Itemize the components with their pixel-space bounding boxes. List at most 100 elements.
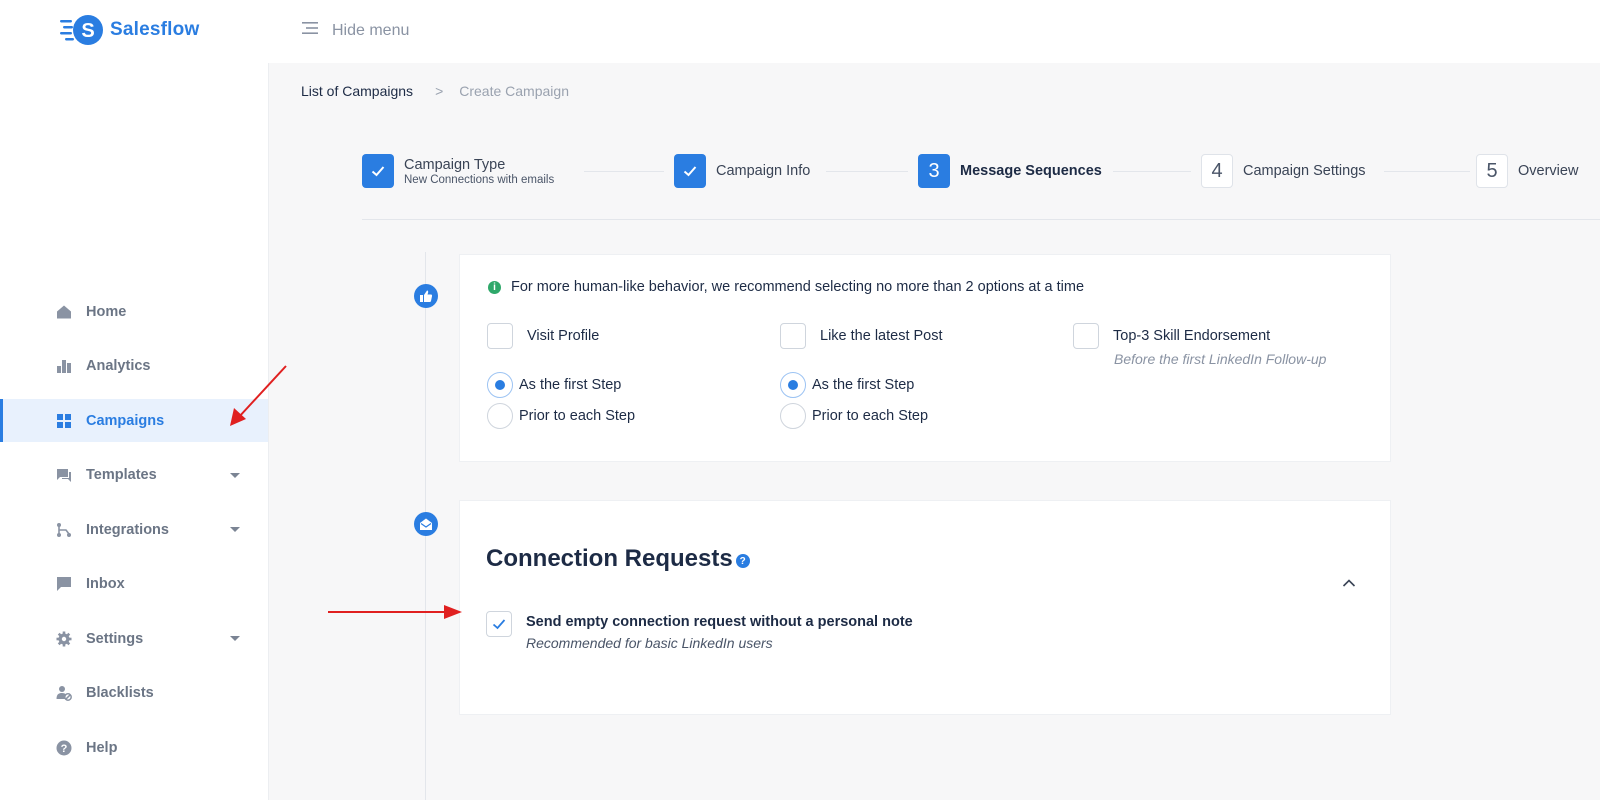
menu-icon — [302, 20, 318, 41]
radio-selected[interactable] — [487, 372, 513, 398]
visit-profile-first-step-radio[interactable]: As the first Step — [487, 372, 621, 398]
app-name: Salesflow — [110, 19, 200, 40]
hide-menu-label: Hide menu — [332, 21, 410, 39]
sidebar-item-help[interactable]: ? Help — [0, 726, 268, 769]
visit-profile-checkbox[interactable]: Visit Profile — [487, 323, 599, 349]
sidebar-item-blacklists[interactable]: Blacklists — [0, 672, 268, 715]
breadcrumb: List of Campaigns > Create Campaign — [301, 83, 569, 99]
breadcrumb-list-of-campaigns[interactable]: List of Campaigns — [301, 83, 413, 99]
step-box: 4 — [1201, 154, 1233, 188]
sidebar-item-label: Campaigns — [86, 412, 165, 429]
like-post-prior-step-radio[interactable]: Prior to each Step — [780, 403, 928, 429]
step-title: Overview — [1518, 163, 1579, 179]
connection-requests-title: Connection Requests ? — [486, 545, 750, 573]
radio[interactable] — [487, 403, 513, 429]
visit-profile-prior-step-radio[interactable]: Prior to each Step — [487, 403, 635, 429]
chevron-up-icon — [1342, 579, 1356, 587]
skill-endorsement-checkbox[interactable]: Top-3 Skill Endorsement — [1073, 323, 1270, 349]
annotation-arrow-icon — [230, 365, 287, 426]
chat-icon — [56, 467, 72, 483]
step-box — [674, 154, 706, 188]
sidebar-item-label: Help — [86, 739, 118, 756]
sidebar-item-label: Home — [86, 303, 127, 320]
step-campaign-type[interactable]: Campaign Type New Connections with email… — [362, 154, 554, 188]
sidebar-item-label: Integrations — [86, 521, 169, 538]
collapse-button[interactable] — [1342, 575, 1356, 593]
step-title: Campaign Info — [716, 163, 811, 179]
step-connector — [826, 171, 908, 172]
radio-label: Prior to each Step — [519, 408, 636, 424]
help-icon[interactable]: ? — [735, 554, 750, 568]
chevron-down-icon — [230, 527, 240, 532]
step-connector — [584, 171, 664, 172]
step-number: 3 — [928, 159, 940, 182]
radio-selected[interactable] — [780, 372, 806, 398]
step-campaign-info[interactable]: Campaign Info — [674, 154, 810, 188]
info-icon: i — [488, 280, 501, 294]
option-label: Visit Profile — [527, 328, 600, 344]
checkbox[interactable] — [1073, 323, 1099, 349]
sidebar-item-templates[interactable]: Templates — [0, 454, 268, 497]
help-icon: ? — [56, 740, 72, 756]
option-label: Send empty connection request without a … — [526, 614, 913, 630]
option-sublabel: Recommended for basic LinkedIn users — [526, 635, 773, 651]
thumbs-up-icon — [414, 284, 438, 308]
checkbox[interactable] — [780, 323, 806, 349]
step-overview[interactable]: 5 Overview — [1476, 154, 1578, 188]
option-label: Like the latest Post — [820, 328, 943, 344]
sidebar-item-label: Templates — [86, 467, 157, 483]
like-post-first-step-radio[interactable]: As the first Step — [780, 372, 914, 398]
step-title: Campaign Type — [404, 156, 506, 173]
check-icon — [683, 166, 697, 177]
step-connector — [1113, 171, 1191, 172]
skill-endorsement-sublabel: Before the first LinkedIn Follow-up — [1114, 351, 1327, 367]
divider — [362, 219, 1600, 220]
checkbox[interactable] — [487, 323, 513, 349]
sidebar-item-settings[interactable]: Settings — [0, 617, 268, 660]
step-subtitle: New Connections with emails — [404, 173, 555, 186]
chevron-down-icon — [230, 636, 240, 641]
integrations-icon — [56, 522, 72, 538]
svg-text:?: ? — [61, 743, 68, 755]
logo[interactable]: S Salesflow — [60, 14, 199, 46]
step-title: Campaign Settings — [1243, 163, 1366, 179]
section-title: Connection Requests — [486, 545, 733, 572]
step-connector — [1384, 171, 1470, 172]
check-icon — [371, 166, 385, 177]
sidebar-item-home[interactable]: Home — [0, 290, 268, 333]
sidebar-item-label: Settings — [86, 630, 144, 647]
radio[interactable] — [780, 403, 806, 429]
step-title: Message Sequences — [960, 163, 1102, 179]
inbox-icon — [56, 576, 72, 592]
step-number: 5 — [1486, 159, 1498, 182]
home-icon — [56, 304, 72, 320]
step-box: 3 — [918, 154, 950, 188]
envelope-icon — [414, 512, 438, 536]
sidebar-item-inbox[interactable]: Inbox — [0, 563, 268, 606]
empty-connection-request-checkbox[interactable]: Send empty connection request without a … — [486, 611, 913, 651]
info-text: For more human-like behavior, we recomme… — [511, 279, 1085, 295]
step-message-sequences[interactable]: 3 Message Sequences — [918, 154, 1102, 188]
gear-icon — [56, 631, 72, 647]
step-box: 5 — [1476, 154, 1508, 188]
sidebar-item-integrations[interactable]: Integrations — [0, 508, 268, 551]
grid-icon — [56, 413, 72, 429]
step-box — [362, 154, 394, 188]
connection-requests-card: Connection Requests ? Send empty connect… — [459, 500, 1391, 715]
hide-menu-button[interactable]: Hide menu — [302, 20, 409, 41]
checkbox-checked[interactable] — [486, 611, 512, 637]
topbar: Hide menu — [268, 0, 1600, 63]
annotation-arrow-icon — [328, 605, 462, 619]
sidebar-item-label: Blacklists — [86, 685, 154, 701]
option-label: Top-3 Skill Endorsement — [1113, 328, 1271, 344]
radio-label: Prior to each Step — [812, 408, 929, 424]
step-campaign-settings[interactable]: 4 Campaign Settings — [1201, 154, 1366, 188]
blacklist-icon — [56, 685, 72, 701]
chevron-down-icon — [230, 472, 240, 478]
analytics-icon — [56, 358, 72, 374]
campaign-stepper: Campaign Type New Connections with email… — [362, 154, 1600, 190]
like-latest-post-checkbox[interactable]: Like the latest Post — [780, 323, 943, 349]
salesflow-logo-icon: S — [60, 15, 103, 45]
breadcrumb-separator: > — [435, 83, 444, 99]
sidebar-item-label: Analytics — [86, 358, 151, 374]
